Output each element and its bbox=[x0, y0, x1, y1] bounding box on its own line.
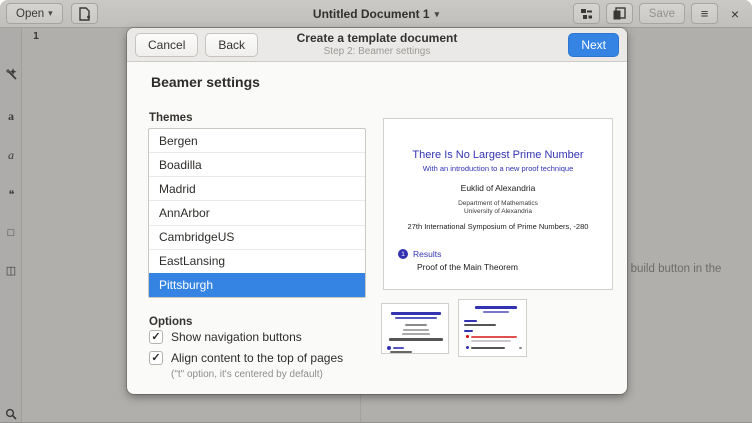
dialog-subtitle: Step 2: Beamer settings bbox=[297, 46, 458, 57]
dialog-headerbar: Cancel Back Create a template document S… bbox=[127, 28, 627, 62]
save-button-label: Save bbox=[649, 8, 675, 20]
window-close-button[interactable]: × bbox=[724, 3, 746, 25]
show-navigation-label: Show navigation buttons bbox=[171, 330, 302, 344]
document-title-menubutton[interactable]: Untitled Document 1 ▾ bbox=[313, 0, 439, 28]
beamer-slide-preview: There Is No Largest Prime Number With an… bbox=[383, 118, 613, 290]
theme-list-item-eastlansing[interactable]: EastLansing bbox=[149, 249, 365, 273]
page-title: Beamer settings bbox=[151, 74, 260, 90]
cancel-button[interactable]: Cancel bbox=[135, 33, 198, 57]
frame-button[interactable]: □ bbox=[0, 225, 22, 241]
application-window: Open ▾ Untitled Document 1 ▾ bbox=[0, 0, 752, 423]
slide-author: Euklid of Alexandria bbox=[384, 183, 612, 193]
magic-wand-icon bbox=[5, 68, 18, 81]
document-title: Untitled Document 1 bbox=[313, 7, 430, 21]
editor-toolstrip: a a ❝ □ ◫ bbox=[0, 28, 22, 423]
build-log-button[interactable] bbox=[573, 3, 600, 24]
preview-pages-button[interactable] bbox=[606, 3, 633, 24]
show-navigation-checkbox[interactable]: ✓ bbox=[149, 330, 163, 344]
hamburger-menu-icon: ≡ bbox=[701, 6, 709, 21]
slide-institute: Department of Mathematics University of … bbox=[384, 200, 612, 216]
italic-a-icon: a bbox=[8, 148, 14, 163]
primary-menu-button[interactable]: ≡ bbox=[691, 3, 718, 24]
theme-list-item-pittsburgh-selected[interactable]: Pittsburgh bbox=[149, 273, 365, 297]
theme-list-item-bergen[interactable]: Bergen bbox=[149, 129, 365, 152]
slide-thumbnail-2 bbox=[458, 299, 527, 357]
background-help-text: e build button in the bbox=[621, 263, 721, 275]
quotes-button[interactable]: ❝ bbox=[0, 186, 22, 202]
save-button[interactable]: Save bbox=[639, 3, 685, 24]
slide-toc-entry: 1 Results bbox=[398, 249, 441, 259]
text-italic-button[interactable]: a bbox=[0, 147, 22, 163]
slide-title: There Is No Largest Prime Number bbox=[384, 149, 612, 161]
toc-number-badge: 1 bbox=[398, 249, 408, 259]
line-number: 1 bbox=[33, 31, 39, 42]
options-label: Options bbox=[149, 316, 192, 328]
check-icon: ✓ bbox=[151, 332, 160, 343]
slide-institute-line2: University of Alexandria bbox=[384, 208, 612, 216]
slide-subtitle: With an introduction to a new proof tech… bbox=[384, 164, 612, 173]
bold-a-icon: a bbox=[8, 109, 14, 124]
theme-list-item-cambridgeus[interactable]: CambridgeUS bbox=[149, 225, 365, 249]
chevron-down-icon: ▾ bbox=[48, 8, 53, 19]
theme-list-item-boadilla[interactable]: Boadilla bbox=[149, 152, 365, 176]
wizard-button[interactable] bbox=[0, 66, 22, 82]
layout-button[interactable]: ◫ bbox=[0, 262, 22, 278]
toc-section-label: Results bbox=[413, 249, 441, 259]
chevron-down-icon: ▾ bbox=[435, 9, 440, 20]
theme-list-item-madrid[interactable]: Madrid bbox=[149, 176, 365, 200]
align-top-label: Align content to the top of pages bbox=[171, 351, 343, 365]
build-log-icon bbox=[580, 8, 593, 20]
quotation-marks-icon: ❝ bbox=[9, 188, 14, 201]
new-document-icon bbox=[78, 7, 91, 21]
theme-list-item-annarbor[interactable]: AnnArbor bbox=[149, 200, 365, 224]
themes-label: Themes bbox=[149, 112, 192, 124]
column-layout-icon: ◫ bbox=[6, 264, 16, 277]
main-headerbar: Open ▾ Untitled Document 1 ▾ bbox=[0, 0, 752, 28]
open-button[interactable]: Open ▾ bbox=[6, 3, 63, 24]
toc-item-label: Proof of the Main Theorem bbox=[417, 262, 518, 272]
align-top-note: ("t" option, it's centered by default) bbox=[171, 369, 323, 380]
back-button[interactable]: Back bbox=[205, 33, 258, 57]
align-top-checkbox[interactable]: ✓ bbox=[149, 351, 163, 365]
slide-thumbnail-1 bbox=[381, 303, 449, 354]
search-button[interactable] bbox=[0, 406, 22, 422]
text-bold-button[interactable]: a bbox=[0, 108, 22, 124]
option-align-top: ✓ Align content to the top of pages bbox=[149, 351, 343, 365]
square-frame-icon: □ bbox=[8, 227, 15, 239]
create-template-dialog: Cancel Back Create a template document S… bbox=[127, 28, 627, 394]
overlapping-pages-icon bbox=[612, 7, 626, 21]
dialog-title-area: Create a template document Step 2: Beame… bbox=[297, 31, 458, 57]
open-button-label: Open bbox=[16, 8, 44, 20]
dialog-title: Create a template document bbox=[297, 31, 458, 45]
option-show-navigation: ✓ Show navigation buttons bbox=[149, 330, 302, 344]
slide-event: 27th International Symposium of Prime Nu… bbox=[384, 222, 612, 231]
close-icon: × bbox=[731, 6, 739, 22]
check-icon: ✓ bbox=[151, 353, 160, 364]
slide-institute-line1: Department of Mathematics bbox=[384, 200, 612, 208]
search-icon bbox=[5, 408, 17, 420]
next-button[interactable]: Next bbox=[568, 33, 619, 57]
theme-list: Bergen Boadilla Madrid AnnArbor Cambridg… bbox=[148, 128, 366, 298]
new-document-button[interactable] bbox=[71, 3, 98, 24]
